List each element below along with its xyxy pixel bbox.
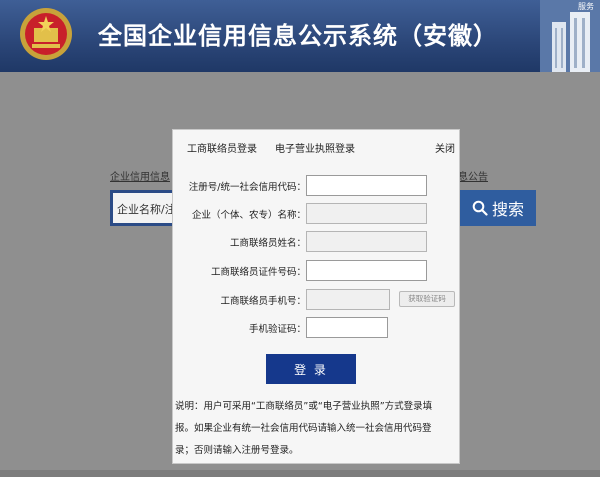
sms-code-label: 手机验证码：	[248, 324, 306, 335]
site-title: 全国企业信用信息公示系统（安徽）	[98, 22, 498, 50]
search-input[interactable]: 企业名称/注	[110, 190, 174, 226]
field-row-liaison-name: 工商联络员姓名：	[173, 231, 461, 253]
login-tabs: 工商联络员登录 电子营业执照登录 关闭	[173, 130, 459, 158]
field-row-sms-code: 手机验证码：	[173, 317, 461, 339]
enterprise-info-link[interactable]: 企业信用信息	[110, 168, 170, 183]
get-verification-code-button[interactable]: 获取验证码	[399, 291, 455, 307]
field-row-registration-number: 注册号/统一社会信用代码：	[173, 175, 461, 197]
page-footer-strip	[0, 470, 600, 477]
close-button[interactable]: 关闭	[435, 140, 455, 155]
search-button-label: 搜索	[491, 200, 524, 219]
liaison-phone-label: 工商联络员手机号：	[220, 296, 306, 307]
search-icon	[472, 200, 488, 216]
announcement-link[interactable]: 息公告	[458, 168, 488, 183]
registration-number-input[interactable]	[306, 175, 427, 196]
registration-number-label: 注册号/统一社会信用代码：	[188, 182, 306, 193]
tab-liaison-login[interactable]: 工商联络员登录	[187, 140, 257, 155]
liaison-id-input[interactable]	[306, 260, 427, 281]
login-button[interactable]: 登 录	[266, 354, 356, 384]
field-row-liaison-phone: 工商联络员手机号： 获取验证码	[173, 289, 461, 311]
liaison-id-label: 工商联络员证件号码：	[210, 267, 306, 278]
liaison-phone-input	[306, 289, 390, 310]
enterprise-name-label: 企业（个体、农专）名称：	[191, 210, 306, 221]
liaison-name-label: 工商联络员姓名：	[229, 238, 306, 249]
national-emblem-icon	[20, 8, 72, 60]
tab-e-license-login[interactable]: 电子营业执照登录	[275, 140, 355, 155]
search-button[interactable]: 搜索	[460, 190, 536, 226]
login-instructions: 说明：用户可采用“工商联络员”或“电子营业执照”方式登录填报。如果企业有统一社会…	[175, 401, 433, 456]
corner-label: 服务	[578, 2, 594, 11]
sms-code-input[interactable]	[306, 317, 388, 338]
login-dialog: 工商联络员登录 电子营业执照登录 关闭 注册号/统一社会信用代码： 企业（个体、…	[172, 129, 460, 464]
field-row-enterprise-name: 企业（个体、农专）名称：	[173, 203, 461, 225]
field-row-liaison-id: 工商联络员证件号码：	[173, 260, 461, 282]
enterprise-name-input	[306, 203, 427, 224]
site-header: 全国企业信用信息公示系统（安徽） 服务	[0, 0, 600, 72]
liaison-name-input	[306, 231, 427, 252]
